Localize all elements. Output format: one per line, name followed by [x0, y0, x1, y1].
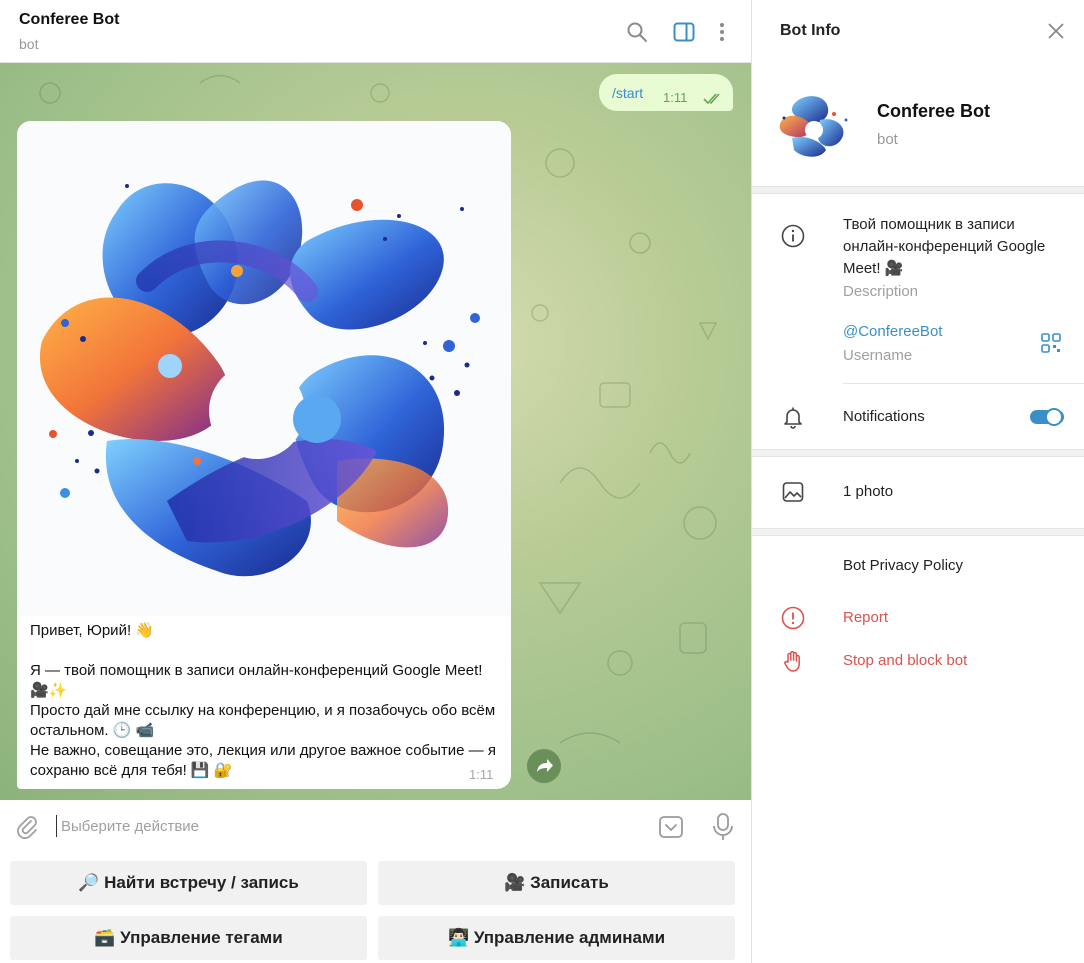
section-divider	[752, 186, 1084, 194]
chat-title[interactable]: Conferee Bot	[19, 11, 119, 29]
section-divider	[752, 528, 1084, 536]
chat-column: Conferee Bot bot /start 1:11 Привет, Юри…	[0, 0, 751, 963]
report-button[interactable]: Report	[843, 609, 888, 626]
double-check-icon	[703, 93, 720, 105]
photos-link[interactable]: 1 photo	[843, 483, 893, 500]
keyboard-button-find-meeting[interactable]: 🔎 Найти встречу / запись	[10, 861, 367, 905]
bot-username[interactable]: @ConfereeBot	[843, 323, 942, 340]
outgoing-message-time: 1:11	[663, 90, 688, 105]
attach-icon[interactable]	[14, 814, 40, 840]
avatar[interactable]	[776, 90, 852, 162]
keyboard-icon[interactable]	[658, 814, 684, 840]
row-divider	[843, 383, 1084, 384]
stop-hand-icon	[784, 650, 800, 672]
forward-icon[interactable]	[527, 749, 561, 783]
search-icon[interactable]	[625, 20, 649, 44]
username-label: Username	[843, 347, 913, 364]
bot-description: Твой помощник в записи онлайн-конференци…	[843, 216, 1046, 277]
profile-name: Conferee Bot	[877, 101, 991, 121]
notifications-toggle[interactable]	[1030, 407, 1064, 427]
privacy-policy-link[interactable]: Bot Privacy Policy	[843, 557, 963, 574]
incoming-message-text[interactable]: Привет, Юрий! 👋 Я — твой помощник в запи…	[30, 621, 500, 781]
profile-subtitle: bot	[877, 131, 898, 148]
stop-and-block-button[interactable]: Stop and block bot	[843, 652, 967, 669]
qr-code-icon[interactable]	[1041, 333, 1061, 353]
outgoing-message-text[interactable]: /start	[612, 85, 643, 101]
description-label: Description	[843, 283, 919, 300]
keyboard-button-manage-admins[interactable]: 👨🏻‍💻 Управление админами	[378, 916, 735, 960]
bot-welcome-image[interactable]	[17, 121, 511, 616]
message-input-bar	[0, 800, 751, 852]
info-icon	[781, 224, 805, 248]
chat-subtitle: bot	[19, 36, 39, 52]
notifications-label: Notifications	[843, 408, 925, 425]
sidebar-toggle-icon[interactable]	[672, 20, 696, 44]
section-divider	[752, 449, 1084, 457]
message-input[interactable]	[56, 815, 636, 837]
keyboard-button-manage-tags[interactable]: 🗃️ Управление тегами	[10, 916, 367, 960]
chat-area[interactable]: /start 1:11 Привет, Юрий! 👋 Я — твой пом…	[0, 63, 751, 800]
info-panel-title: Bot Info	[780, 22, 841, 39]
bell-icon	[784, 407, 802, 429]
close-icon[interactable]	[1047, 22, 1065, 40]
report-icon	[781, 606, 805, 630]
more-icon[interactable]	[710, 20, 734, 44]
outgoing-message[interactable]: /start 1:11	[599, 74, 733, 111]
keyboard-button-record[interactable]: 🎥 Записать	[378, 861, 735, 905]
mic-icon[interactable]	[710, 812, 736, 842]
chat-header[interactable]: Conferee Bot bot	[0, 0, 751, 63]
incoming-message[interactable]: Привет, Юрий! 👋 Я — твой помощник в запи…	[17, 121, 511, 789]
bot-info-panel: Bot Info Conferee Bot bot Твой помощник …	[751, 0, 1084, 963]
incoming-message-time: 1:11	[469, 767, 494, 782]
photo-icon	[782, 482, 804, 502]
